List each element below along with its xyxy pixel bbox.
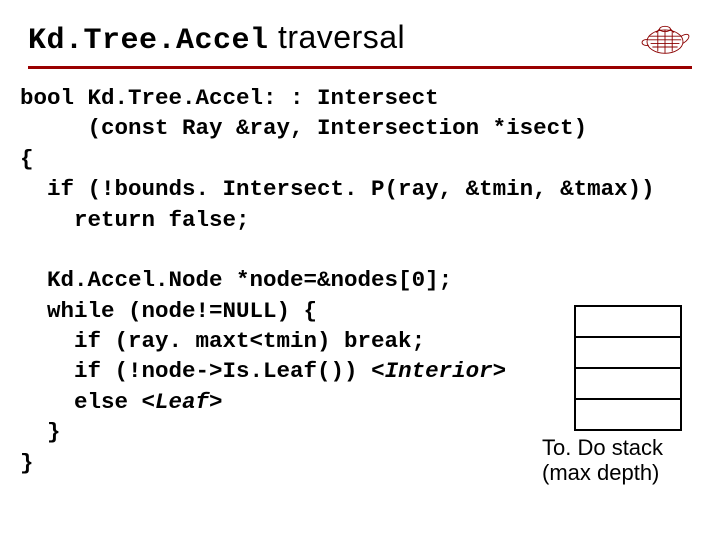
stack-cell	[575, 337, 681, 368]
stack-cell	[575, 368, 681, 399]
code-italic: <Leaf>	[142, 389, 223, 415]
teapot-icon	[638, 16, 692, 60]
code-line: return false;	[20, 207, 250, 233]
code-line: while (node!=NULL) {	[20, 298, 317, 324]
code-italic: <Interior>	[371, 358, 506, 384]
stack-cell	[575, 306, 681, 337]
stack-label-line: (max depth)	[542, 460, 659, 485]
code-line: }	[20, 419, 61, 445]
divider	[28, 66, 692, 69]
title-mono: Kd.Tree.Accel	[28, 24, 269, 58]
code-line: else	[20, 389, 142, 415]
code-line: if (ray. maxt<tmin) break;	[20, 328, 425, 354]
code-line: if (!bounds. Intersect. P(ray, &tmin, &t…	[20, 176, 655, 202]
stack-cell	[575, 399, 681, 430]
stack-diagram	[574, 305, 682, 431]
slide: Kd.Tree.Accel traversal	[0, 0, 720, 540]
code-line: if (!node->Is.Leaf())	[20, 358, 371, 384]
stack-label-line: To. Do stack	[542, 435, 663, 460]
slide-title: Kd.Tree.Accel traversal	[28, 19, 405, 58]
code-line: (const Ray &ray, Intersection *isect)	[20, 115, 587, 141]
title-row: Kd.Tree.Accel traversal	[28, 16, 692, 60]
code-line: Kd.Accel.Node *node=&nodes[0];	[20, 267, 452, 293]
code-line: {	[20, 146, 34, 172]
stack-label: To. Do stack (max depth)	[542, 435, 692, 486]
stack-grid	[574, 305, 682, 431]
code-line: }	[20, 450, 34, 476]
title-rest: traversal	[269, 19, 406, 55]
code-line: bool Kd.Tree.Accel: : Intersect	[20, 85, 439, 111]
